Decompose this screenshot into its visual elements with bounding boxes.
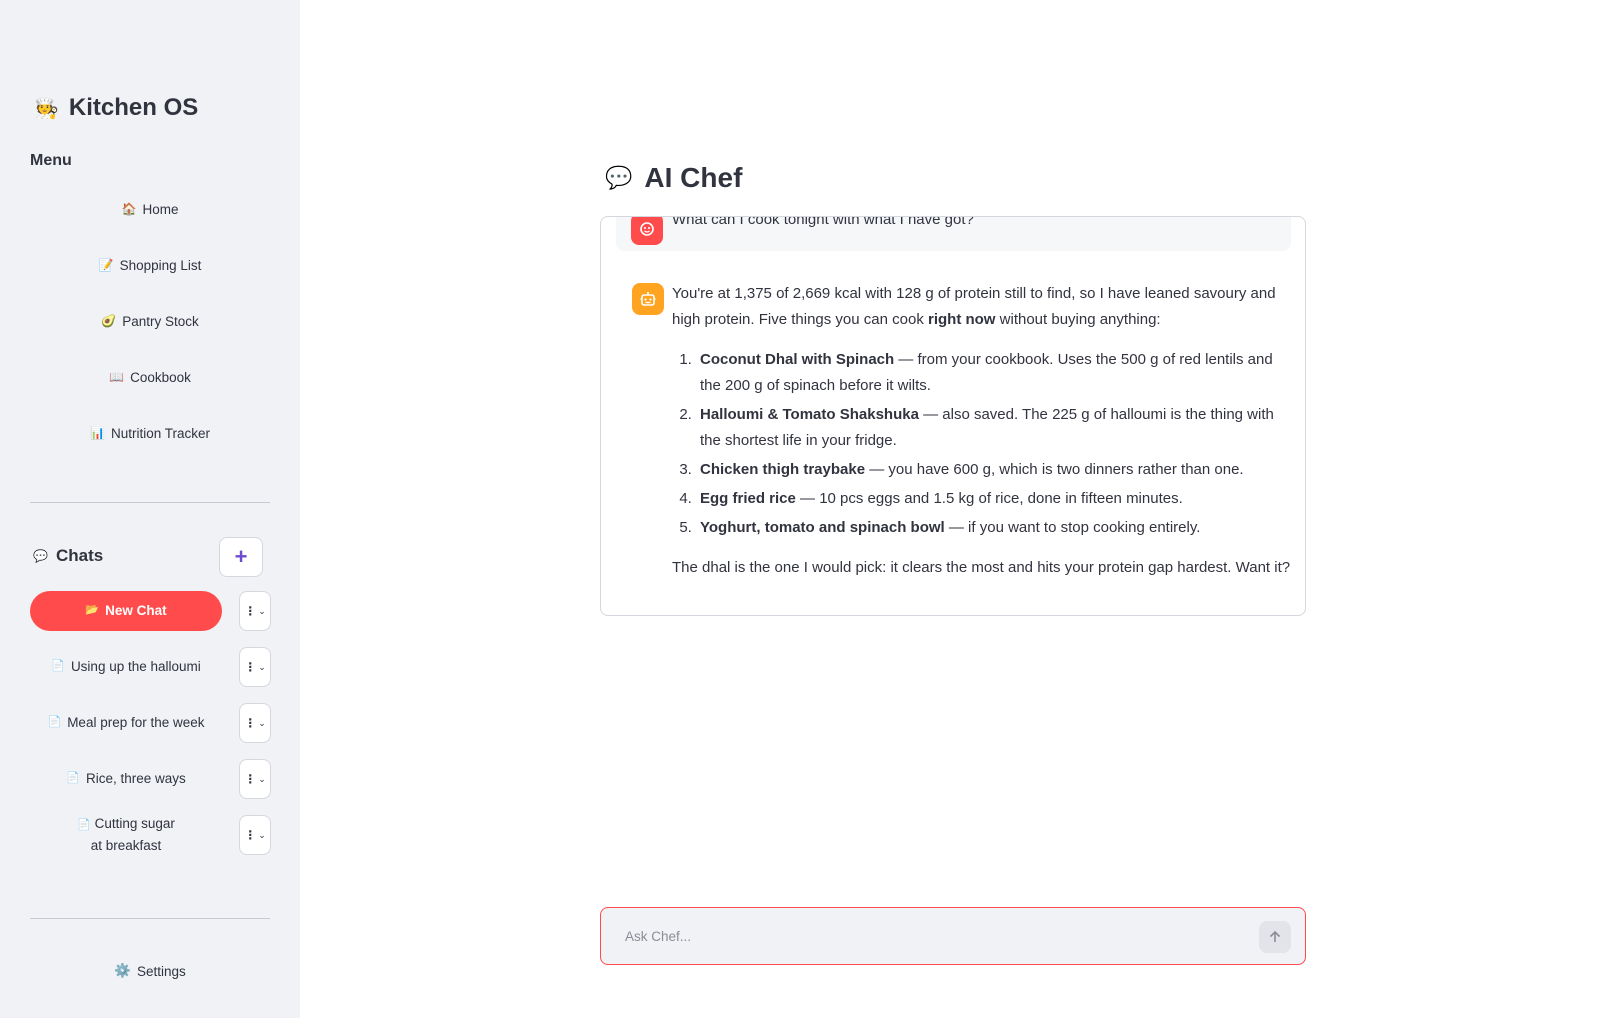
chat-row: 📄 Meal prep for the week ⋮ ⌄ — [30, 703, 271, 743]
settings-label: Settings — [137, 963, 186, 979]
page-title-text: AI Chef — [644, 162, 743, 193]
chat-row: 📂 New Chat ⋮ ⌄ — [30, 591, 271, 631]
document-icon: 📄 — [51, 660, 65, 673]
chat-item-label-text: Cutting sugar at breakfast — [90, 816, 175, 853]
chat-item-new-chat[interactable]: 📂 New Chat — [30, 591, 222, 631]
nav-item-label: Pantry Stock — [122, 313, 199, 329]
nav-item-pantry-stock[interactable]: 🥑 Pantry Stock — [30, 301, 270, 341]
intro-emphasis: right now — [927, 311, 996, 328]
nav-item-label: Shopping List — [119, 257, 202, 273]
more-vertical-icon: ⋮ — [244, 716, 257, 730]
chat-options-button[interactable]: ⋮ ⌄ — [239, 815, 271, 855]
chat-row: 📄 Rice, three ways ⋮ ⌄ — [30, 759, 271, 799]
list-item: Chicken thigh traybake — you have 600 g,… — [696, 457, 1294, 483]
user-face-icon — [640, 222, 654, 236]
speech-bubble-icon: 💬 — [33, 549, 48, 563]
assistant-message: You're at 1,375 of 2,669 kcal with 128 g… — [672, 281, 1294, 581]
user-message: What can I cook tonight with what I have… — [616, 216, 1291, 251]
chevron-down-icon: ⌄ — [258, 661, 266, 672]
chat-item-label: New Chat — [105, 603, 167, 619]
chat-container[interactable]: What can I cook tonight with what I have… — [600, 216, 1306, 616]
chats-header: 💬 Chats — [33, 546, 103, 566]
chat-options-button[interactable]: ⋮ ⌄ — [239, 591, 271, 631]
chat-row: 📄 Using up the halloumi ⋮ ⌄ — [30, 647, 271, 687]
more-vertical-icon: ⋮ — [244, 772, 257, 786]
chat-item-rice-three-ways[interactable]: 📄 Rice, three ways — [30, 759, 222, 799]
recipe-note: — you have 600 g, which is two dinners r… — [865, 461, 1244, 478]
nav-item-label: Nutrition Tracker — [110, 425, 210, 441]
document-icon: 📄 — [77, 819, 91, 832]
folder-icon: 📂 — [85, 604, 100, 617]
chat-item-label: Rice, three ways — [85, 771, 186, 787]
user-avatar — [631, 217, 663, 245]
chat-input-container — [600, 907, 1306, 965]
more-vertical-icon: ⋮ — [244, 828, 257, 842]
app-brand: 🧑‍🍳 Kitchen OS — [34, 94, 198, 122]
document-icon: 📄 — [66, 772, 80, 785]
chevron-down-icon: ⌄ — [258, 605, 266, 616]
more-vertical-icon: ⋮ — [244, 604, 257, 618]
memo-icon: 📝 — [98, 258, 114, 272]
list-item: Halloumi & Tomato Shakshuka — also saved… — [696, 402, 1294, 454]
nav-item-home[interactable]: 🏠 Home — [30, 189, 270, 229]
list-item: Coconut Dhal with Spinach — from your co… — [696, 347, 1294, 399]
settings-button[interactable]: ⚙️ Settings — [30, 951, 270, 991]
nav-item-label: Home — [142, 201, 179, 217]
intro-text-end: without buying anything: — [995, 311, 1161, 328]
divider — [30, 918, 270, 919]
assistant-avatar — [632, 283, 664, 315]
chevron-down-icon: ⌄ — [258, 717, 266, 728]
chat-options-button[interactable]: ⋮ ⌄ — [239, 703, 271, 743]
recipe-list: Coconut Dhal with Spinach — from your co… — [696, 347, 1294, 541]
nav-item-shopping-list[interactable]: 📝 Shopping List — [30, 245, 270, 285]
list-item: Yoghurt, tomato and spinach bowl — if yo… — [696, 515, 1294, 541]
page-title: 💬 AI Chef — [605, 162, 742, 194]
document-icon: 📄 — [47, 716, 62, 729]
sidebar: 🧑‍🍳 Kitchen OS Menu 🏠 Home 📝 Shopping Li… — [0, 0, 300, 1018]
new-chat-add-button[interactable]: + — [219, 537, 263, 577]
chat-options-button[interactable]: ⋮ ⌄ — [239, 647, 271, 687]
gear-icon: ⚙️ — [114, 963, 132, 978]
chats-title: Chats — [55, 546, 104, 565]
chat-row: 📄 Cutting sugar at breakfast ⋮ ⌄ — [30, 815, 271, 855]
chat-item-using-up-the-halloumi[interactable]: 📄 Using up the halloumi — [30, 647, 222, 687]
chat-input[interactable] — [625, 925, 1225, 947]
user-message-text: What can I cook tonight with what I have… — [672, 216, 974, 228]
chat-item-cutting-sugar-at-breakfast[interactable]: 📄 Cutting sugar at breakfast — [30, 815, 222, 855]
chef-icon: 🧑‍🍳 — [34, 97, 59, 120]
nav-item-label: Cookbook — [130, 369, 191, 385]
assistant-outro: The dhal is the one I would pick: it cle… — [672, 559, 1291, 576]
recipe-name: Chicken thigh traybake — [700, 461, 866, 478]
recipe-note: — 10 pcs eggs and 1.5 kg of rice, done i… — [795, 490, 1183, 507]
list-item: Egg fried rice — 10 pcs eggs and 1.5 kg … — [696, 486, 1294, 512]
recipe-name: Coconut Dhal with Spinach — [700, 351, 895, 368]
recipe-name: Halloumi & Tomato Shakshuka — [700, 406, 919, 423]
bar-chart-icon: 📊 — [90, 426, 105, 440]
chat-item-meal-prep-for-the-week[interactable]: 📄 Meal prep for the week — [30, 703, 222, 743]
recipe-note: — if you want to stop cooking entirely. — [944, 519, 1201, 536]
arrow-up-icon — [1269, 930, 1281, 942]
divider — [30, 502, 270, 503]
recipe-name: Egg fried rice — [700, 490, 796, 507]
chevron-down-icon: ⌄ — [258, 773, 266, 784]
send-button[interactable] — [1259, 921, 1291, 953]
menu-title: Menu — [30, 152, 72, 169]
house-icon: 🏠 — [121, 202, 137, 216]
assistant-intro: You're at 1,375 of 2,669 kcal with 128 g… — [672, 281, 1294, 333]
nav-item-cookbook[interactable]: 📖 Cookbook — [30, 357, 270, 397]
chevron-down-icon: ⌄ — [258, 829, 266, 840]
speech-bubble-icon: 💬 — [605, 165, 633, 190]
more-vertical-icon: ⋮ — [244, 660, 257, 674]
app-title: Kitchen OS — [68, 94, 199, 121]
robot-icon — [640, 292, 656, 306]
book-icon: 📖 — [109, 370, 125, 384]
chat-item-label: Using up the halloumi — [70, 659, 201, 675]
chat-item-label: Meal prep for the week — [67, 715, 205, 731]
chat-options-button[interactable]: ⋮ ⌄ — [239, 759, 271, 799]
nav-item-nutrition-tracker[interactable]: 📊 Nutrition Tracker — [30, 413, 270, 453]
avocado-icon: 🥑 — [101, 314, 117, 328]
recipe-name: Yoghurt, tomato and spinach bowl — [700, 519, 945, 536]
chat-item-label: 📄 Cutting sugar at breakfast — [70, 813, 182, 856]
